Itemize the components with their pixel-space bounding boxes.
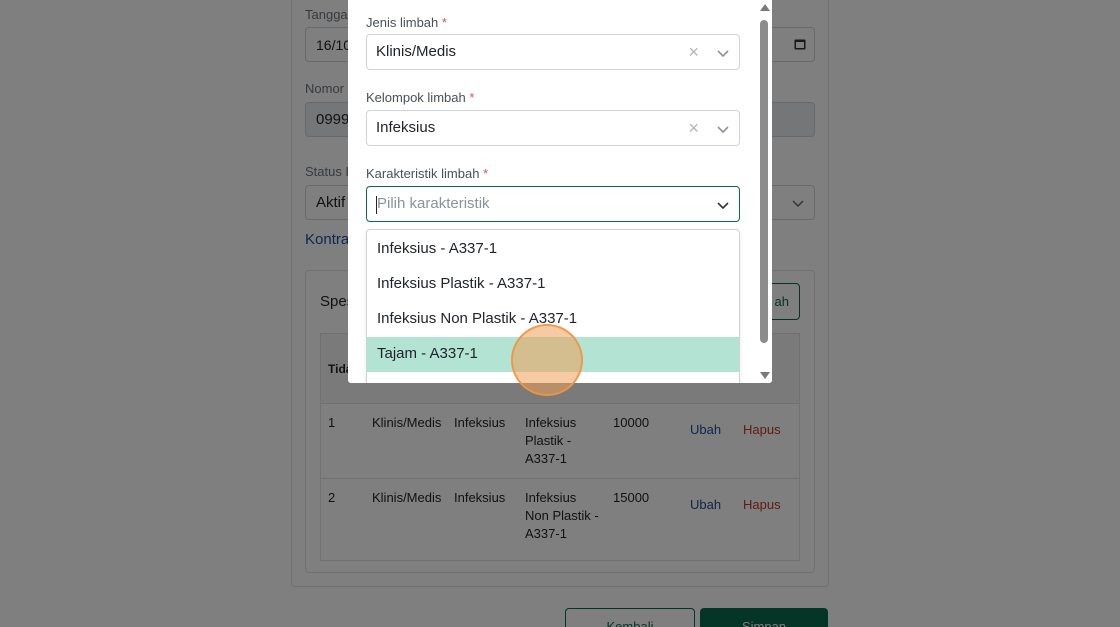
kelompok-limbah-label: Kelompok limbah * [366, 90, 474, 105]
kelompok-limbah-select[interactable]: Infeksius × [366, 110, 740, 146]
modal-scrollbar[interactable] [757, 0, 772, 383]
chevron-down-icon[interactable] [715, 197, 731, 213]
dropdown-option[interactable]: Infeksius Plastik - A337-1 [367, 267, 739, 302]
kelompok-limbah-value: Infeksius [376, 119, 436, 136]
jenis-limbah-label: Jenis limbah * [366, 15, 447, 30]
dropdown-option[interactable]: Infeksius - A337-1 [367, 232, 739, 267]
scroll-up-arrow-icon[interactable] [760, 4, 770, 11]
jenis-limbah-label-text: Jenis limbah [366, 15, 439, 30]
scrollbar-thumb[interactable] [760, 20, 768, 343]
chevron-down-icon[interactable] [715, 121, 731, 137]
karakteristik-limbah-label: Karakteristik limbah * [366, 166, 488, 181]
clear-icon[interactable]: × [688, 117, 699, 139]
required-marker: * [441, 15, 447, 30]
jenis-limbah-value: Klinis/Medis [376, 43, 457, 60]
required-marker: * [469, 90, 475, 105]
required-marker: * [483, 166, 489, 181]
jenis-limbah-select[interactable]: Klinis/Medis × [366, 34, 740, 70]
karakteristik-limbah-label-text: Karakteristik limbah [366, 166, 480, 181]
scroll-down-arrow-icon[interactable] [760, 372, 770, 379]
kelompok-limbah-label-text: Kelompok limbah [366, 90, 466, 105]
karakteristik-limbah-select[interactable]: Pilih karakteristik [366, 186, 740, 222]
chevron-down-icon[interactable] [715, 45, 731, 61]
karakteristik-placeholder: Pilih karakteristik [377, 195, 490, 212]
click-indicator [511, 324, 583, 396]
clear-icon[interactable]: × [688, 41, 699, 63]
